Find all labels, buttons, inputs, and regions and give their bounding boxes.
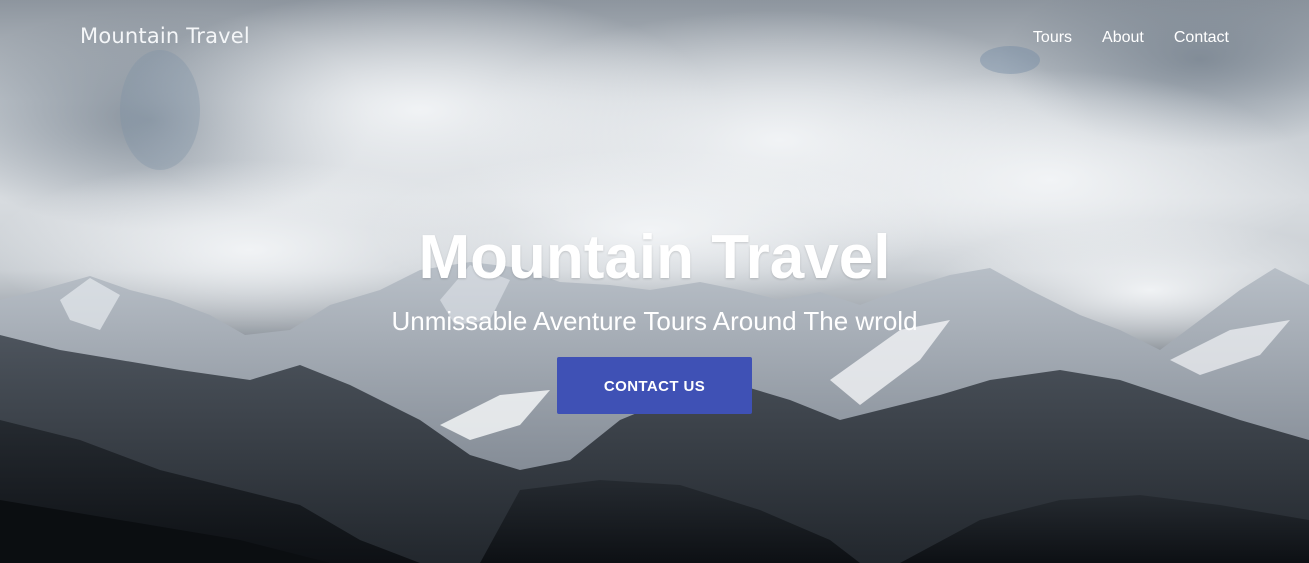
nav-link-tours[interactable]: Tours: [1033, 29, 1072, 47]
navbar: Mountain Travel Tours About Contact: [0, 0, 1309, 78]
hero-section: Mountain Travel Tours About Contact Moun…: [0, 0, 1309, 563]
contact-us-button[interactable]: CONTACT US: [557, 357, 752, 414]
nav-link-about[interactable]: About: [1102, 29, 1144, 47]
hero-subtitle: Unmissable Aventure Tours Around The wro…: [391, 306, 918, 336]
brand-logo-link[interactable]: Mountain Travel: [80, 24, 250, 48]
hero-title: Mountain Travel: [418, 223, 891, 292]
nav-links: Tours About Contact: [1003, 29, 1229, 47]
nav-link-contact[interactable]: Contact: [1174, 29, 1229, 47]
hero-content: Mountain Travel Unmissable Aventure Tour…: [0, 222, 1309, 414]
